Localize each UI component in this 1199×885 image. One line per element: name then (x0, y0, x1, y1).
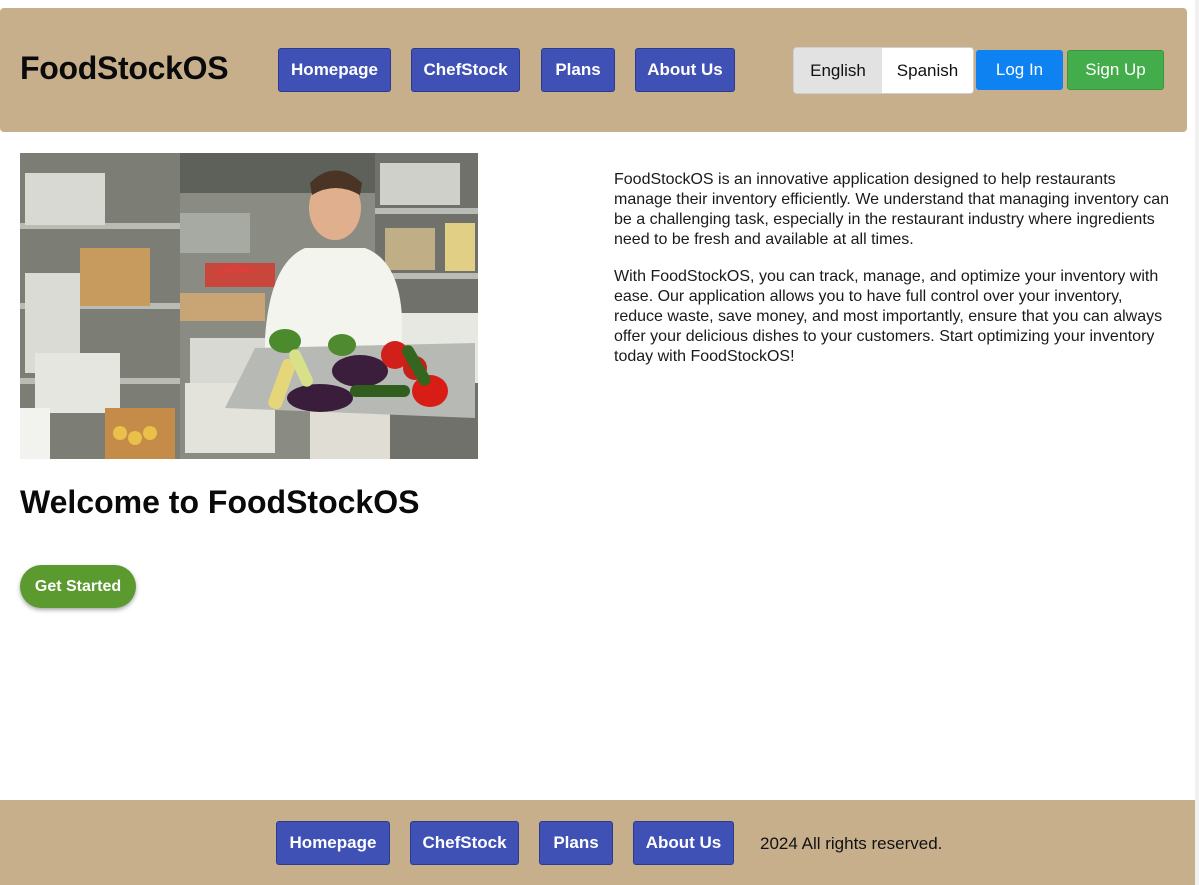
get-started-button[interactable]: Get Started (20, 565, 136, 608)
brand-logo-text[interactable]: FoodStockOS (20, 50, 229, 87)
description-paragraph-1: FoodStockOS is an innovative application… (614, 171, 1169, 248)
language-spanish-button[interactable]: Spanish (882, 48, 973, 93)
window-scrollbar[interactable] (1195, 0, 1199, 885)
welcome-heading: Welcome to FoodStockOS (20, 484, 420, 520)
nav-homepage-button[interactable]: Homepage (278, 48, 391, 92)
footer-homepage-button[interactable]: Homepage (276, 821, 390, 865)
log-in-button[interactable]: Log In (976, 50, 1063, 90)
sign-up-button[interactable]: Sign Up (1067, 50, 1164, 90)
nav-about-us-button[interactable]: About Us (635, 48, 735, 92)
footer-chefstock-button[interactable]: ChefStock (410, 821, 519, 865)
nav-chefstock-button[interactable]: ChefStock (411, 48, 520, 92)
language-english-button[interactable]: English (794, 48, 882, 93)
footer: Homepage ChefStock Plans About Us 2024 A… (0, 800, 1195, 885)
nav-plans-button[interactable]: Plans (541, 48, 615, 92)
top-header: FoodStockOS Homepage ChefStock Plans Abo… (0, 8, 1187, 132)
footer-about-us-button[interactable]: About Us (633, 821, 734, 865)
description-paragraph-2: With FoodStockOS, you can track, manage,… (614, 268, 1163, 365)
footer-plans-button[interactable]: Plans (539, 821, 613, 865)
hero-image-chef-with-vegetables (20, 153, 478, 459)
copyright-text: 2024 All rights reserved. (760, 834, 943, 853)
page: FoodStockOS Homepage ChefStock Plans Abo… (0, 0, 1199, 885)
about-description: FoodStockOS is an innovative application… (614, 170, 1174, 384)
language-toggle: English Spanish (793, 47, 974, 94)
